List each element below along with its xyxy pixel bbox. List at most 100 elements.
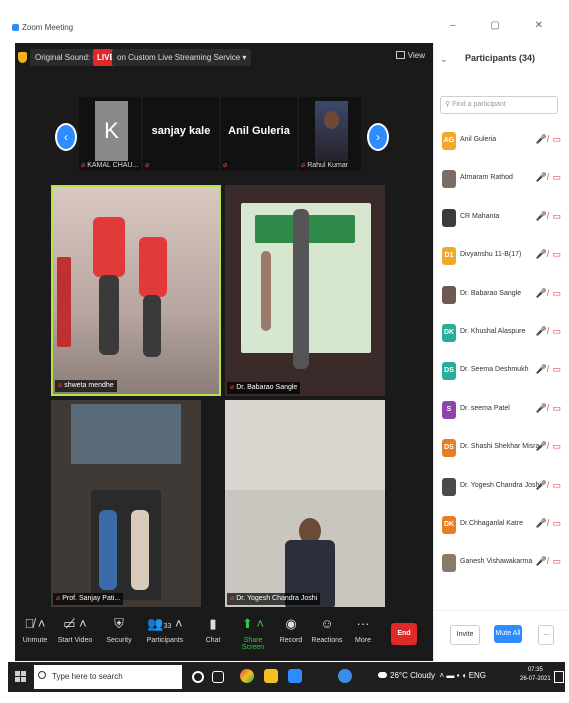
edge-icon[interactable] xyxy=(338,669,352,683)
meeting-top-bar: Original Sound: On ▾ LIVE on Custom Live… xyxy=(15,43,433,73)
participant-name: Dr.Chhaganlal Katre xyxy=(460,519,524,527)
participants-panel-footer: Invite Mute All ... xyxy=(434,610,566,661)
next-page-button[interactable]: › xyxy=(367,123,389,151)
status-icons: 🎤̸ ▭ xyxy=(535,325,562,336)
participant-row[interactable]: D1 Divyanshu 11-B(17) 🎤̸ ▭ xyxy=(434,242,566,280)
thumbnail-sanjay-kale[interactable]: sanjay kale ⌀ xyxy=(143,97,219,171)
thumbnail-anil-guleria[interactable]: Anil Guleria ⌀ xyxy=(221,97,297,171)
thumbnail-name-text: Rahul Kumar xyxy=(307,162,349,169)
participant-row[interactable]: DK Dr. Khushal Alaspure 🎤̸ ▭ xyxy=(434,319,566,357)
mute-all-button[interactable]: Mute All xyxy=(494,625,522,643)
more-button[interactable]: ··· More xyxy=(343,613,383,644)
avatar xyxy=(442,554,456,573)
participant-row[interactable]: S Dr. seema Patel 🎤̸ ▭ xyxy=(434,396,566,434)
taskbar-search-input[interactable]: Type here to search xyxy=(34,665,182,689)
reactions-label: Reactions xyxy=(311,637,343,644)
mic-off-icon: ⌀ xyxy=(58,382,63,389)
avatar xyxy=(442,208,456,227)
zoom-taskbar-icon[interactable] xyxy=(288,669,302,683)
participants-icon: 👥33 ˄ xyxy=(147,616,183,631)
window-controls[interactable]: – ▢ ✕ xyxy=(450,20,559,31)
video-tile-shweta[interactable]: ⌀ shweta mendhe xyxy=(51,185,221,396)
title-bar: Zoom Meeting – ▢ ✕ xyxy=(8,18,565,38)
app-title: Zoom Meeting xyxy=(12,23,73,32)
mic-off-icon: ⌀ xyxy=(81,162,86,169)
security-button[interactable]: ⛨ Security xyxy=(99,613,139,644)
avatar: AG xyxy=(442,132,456,150)
avatar: DK xyxy=(442,323,456,342)
thumbnail-kamal[interactable]: K ⌀ KAMAL CHAU... xyxy=(79,97,141,171)
mic-off-icon: ⌀ xyxy=(301,162,306,169)
avatar: D1 xyxy=(442,247,456,266)
participant-row[interactable]: AG Anil Guleria 🎤̸ ▭ xyxy=(434,127,566,165)
reactions-button[interactable]: ☺ Reactions xyxy=(307,613,347,644)
participant-name: Ganesh Vishawakarma xyxy=(460,558,533,566)
clock[interactable]: 07:35 26-07-2021 xyxy=(520,666,551,684)
participant-row[interactable]: DK Dr.Chhaganlal Katre 🎤̸ ▭ xyxy=(434,511,566,549)
participant-row[interactable]: Dr. Babarao Sangle 🎤̸ ▭ xyxy=(434,281,566,319)
participant-row[interactable]: CR Mahanta 🎤̸ ▭ xyxy=(434,204,566,242)
share-screen-button[interactable]: ⬆ ˄ Share Screen xyxy=(233,613,273,651)
chrome-icon[interactable] xyxy=(240,669,254,683)
video-figure xyxy=(293,209,309,369)
record-label: Record xyxy=(279,637,303,644)
unmute-button[interactable]: 🎙̸ ˄ Unmute xyxy=(15,613,55,644)
windows-taskbar: Type here to search 26°C Cloudy ˄ ▬ ▪ ◖ … xyxy=(8,662,565,692)
more-options-button[interactable]: ... xyxy=(538,625,554,645)
find-participant-placeholder: Find a participant xyxy=(452,101,506,108)
windows-start-icon[interactable] xyxy=(15,671,26,682)
participant-row[interactable]: Atmaram Rathod 🎤̸ ▭ xyxy=(434,165,566,203)
participant-name: Dr. Khushal Alaspure xyxy=(460,327,526,335)
thumbnail-name: ⌀ Rahul Kumar xyxy=(301,161,348,169)
view-button[interactable]: View xyxy=(395,51,425,60)
system-tray[interactable]: 26°C Cloudy ˄ ▬ ▪ ◖ ENG xyxy=(378,671,486,680)
clock-date: 26-07-2021 xyxy=(520,676,551,682)
video-figure xyxy=(99,510,117,590)
video-tile-babarao[interactable]: ⌀ Dr. Babarao Sangle xyxy=(225,185,385,396)
start-video-button[interactable]: ▭̸ ˄ Start Video xyxy=(55,613,95,644)
participants-button[interactable]: 👥33 ˄ Participants xyxy=(145,613,185,644)
invite-button[interactable]: Invite xyxy=(450,625,480,645)
taskbar-search-placeholder: Type here to search xyxy=(52,672,123,681)
reactions-icon: ☺ xyxy=(320,616,334,631)
meeting-area: Original Sound: On ▾ LIVE on Custom Live… xyxy=(15,43,433,661)
video-tile-sanjay-patil[interactable]: ⌀ Prof. Sanjay Pati... xyxy=(51,400,201,607)
grid-icon xyxy=(395,51,405,59)
participant-row[interactable]: DS Dr. Seema Deshmukh 🎤̸ ▭ xyxy=(434,357,566,395)
mic-off-icon: ⌀ xyxy=(230,595,235,602)
record-button[interactable]: ◉ Record xyxy=(271,613,311,644)
participant-name: Dr. Shashi Shekhar Misra xyxy=(460,443,540,451)
participant-name: Anil Guleria xyxy=(460,136,497,143)
notification-icon[interactable] xyxy=(554,671,564,683)
participant-row[interactable]: DS Dr. Shashi Shekhar Misra 🎤̸ ▭ xyxy=(434,434,566,472)
chat-icon: ▮ xyxy=(209,616,217,631)
start-video-label: Start Video xyxy=(57,637,93,644)
video-figure xyxy=(71,404,181,464)
chat-button[interactable]: ▮ Chat xyxy=(193,613,233,644)
file-explorer-icon[interactable] xyxy=(264,669,278,683)
thumbnail-rahul-kumar[interactable]: ⌀ Rahul Kumar xyxy=(299,97,361,171)
participant-row[interactable]: Dr. Yogesh Chandra Joshi 🎤̸ ▭ xyxy=(434,473,566,511)
weather-text: 26°C Cloudy xyxy=(390,671,435,680)
participant-row[interactable]: Ganesh Vishawakarma 🎤̸ ▭ xyxy=(434,549,566,587)
status-icons: 🎤̸ ▭ xyxy=(535,134,562,144)
cortana-icon[interactable] xyxy=(192,671,204,683)
find-participant-input[interactable]: ⚲ Find a participant xyxy=(440,96,558,114)
cloud-icon xyxy=(378,672,387,678)
task-view-icon[interactable] xyxy=(212,671,224,683)
live-stream-dropdown[interactable]: on Custom Live Streaming Service ▾ xyxy=(112,49,252,66)
unmute-label: Unmute xyxy=(22,637,48,644)
status-icons: 🎤̸ ▭ xyxy=(535,441,562,452)
participant-name: CR Mahanta xyxy=(460,212,500,220)
participants-panel: ⌄ Participants (34) ⚲ Find a participant… xyxy=(433,43,566,661)
avatar: S xyxy=(442,400,456,419)
shield-icon[interactable] xyxy=(18,52,27,63)
app-title-text: Zoom Meeting xyxy=(22,23,74,32)
end-meeting-button[interactable]: End xyxy=(391,623,417,645)
video-tile-yogesh[interactable]: ⌀ Dr. Yogesh Chandra Joshi xyxy=(225,400,385,607)
previous-page-button[interactable]: ‹ xyxy=(55,123,77,151)
more-icon: ··· xyxy=(356,616,370,631)
status-icons: 🎤̸ ▭ xyxy=(535,517,562,528)
avatar xyxy=(442,477,456,496)
video-figure xyxy=(261,251,271,331)
